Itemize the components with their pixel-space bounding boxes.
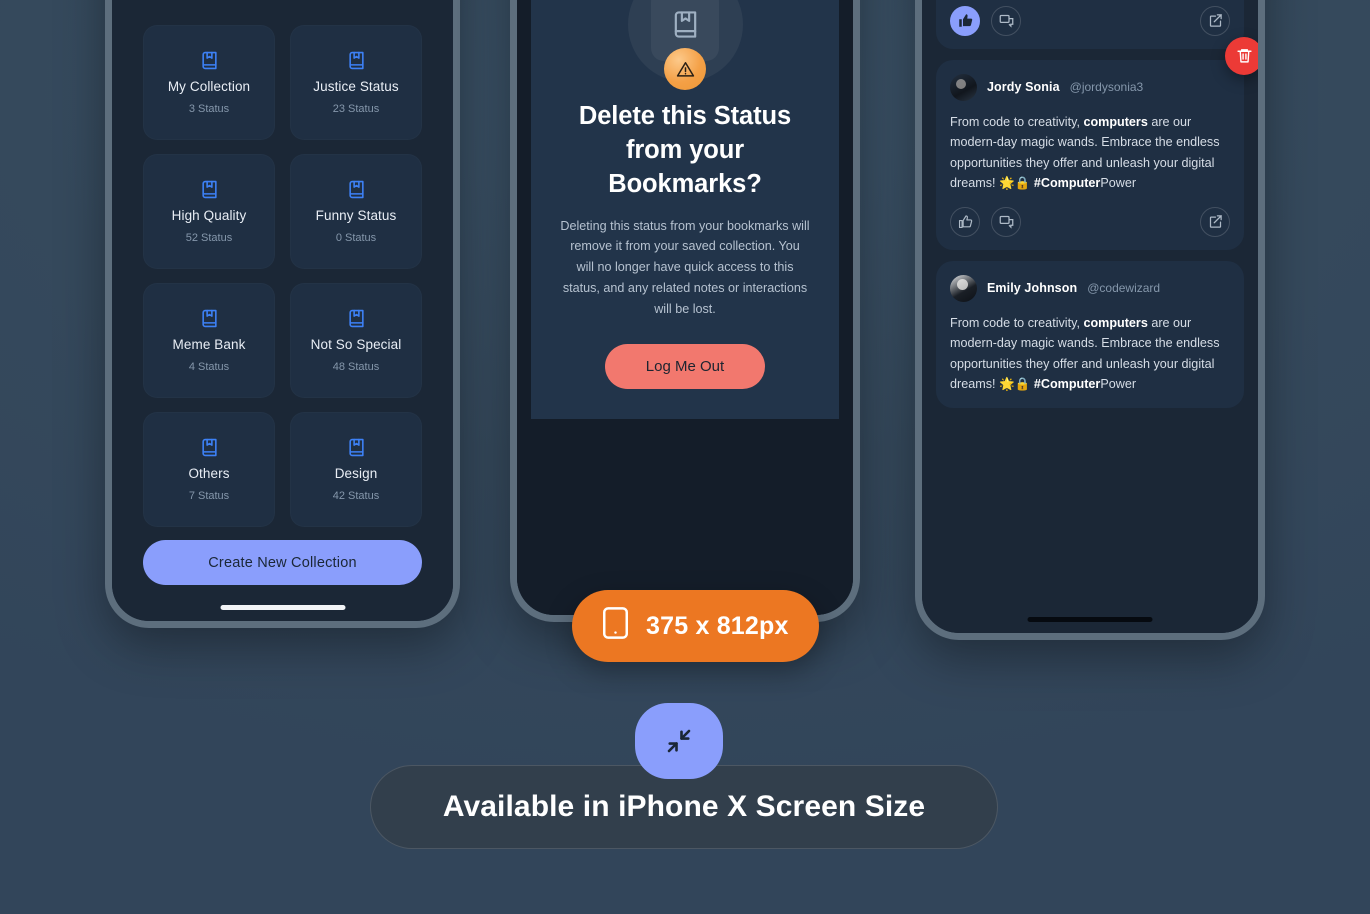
availability-label: Available in iPhone X Screen Size: [442, 790, 926, 823]
phone-mockup-collections: My Collection 3 Status Justice Status 23…: [105, 0, 460, 628]
collection-card[interactable]: Design 42 Status: [290, 412, 422, 527]
avatar: [950, 73, 977, 101]
comment-icon[interactable]: [991, 206, 1021, 237]
bookmark-icon: [200, 180, 219, 199]
collection-count: 42 Status: [332, 489, 380, 502]
share-external-icon[interactable]: [1200, 5, 1230, 36]
collection-name: My Collection: [167, 78, 251, 94]
modal-title: Delete this Status from your Bookmarks?: [578, 102, 792, 198]
create-new-collection-button[interactable]: Create New Collection: [143, 540, 422, 585]
post-header: Jordy Sonia @jordysonia3: [950, 73, 1230, 101]
phone-mockup-delete-modal: Nero Stans @nero324 Fitness isn't just a…: [510, 0, 860, 622]
home-indicator: [220, 605, 345, 610]
collection-count: 3 Status: [188, 102, 230, 115]
collection-name: Not So Special: [310, 336, 402, 352]
collection-card[interactable]: High Quality 52 Status: [143, 154, 275, 269]
post-author-name: Jordy Sonia: [987, 80, 1060, 95]
home-indicator: [1027, 617, 1153, 622]
post-header: Emily Johnson @codewizard: [950, 274, 1230, 302]
collection-card[interactable]: Meme Bank 4 Status: [143, 283, 275, 398]
post-author-name: Emily Johnson: [987, 281, 1078, 296]
comment-icon[interactable]: [991, 5, 1021, 36]
collection-name: Meme Bank: [172, 336, 246, 352]
post-author-handle: @codewizard: [1087, 281, 1161, 296]
share-external-icon[interactable]: [1200, 206, 1230, 237]
post-actions: [950, 5, 1230, 36]
post-text: From code to creativity, computers are o…: [950, 315, 1220, 392]
bookmark-icon: [347, 180, 366, 199]
collection-count: 23 Status: [332, 102, 380, 115]
collection-card[interactable]: My Collection 3 Status: [143, 25, 275, 140]
feed-screen: Nero Stans @nero324 Fitness isn't just a…: [922, 0, 1258, 633]
bookmark-icon: [347, 309, 366, 328]
bookmark-icon: [347, 51, 366, 70]
collections-screen: My Collection 3 Status Justice Status 23…: [112, 0, 453, 621]
post-card: Jordy Sonia @jordysonia3 From code to cr…: [936, 36, 1258, 250]
bookmark-icon: [200, 438, 219, 457]
post-card: Emily Johnson @codewizard From code to c…: [936, 260, 1244, 408]
bookmark-icon: [200, 51, 219, 70]
collection-name: High Quality: [171, 207, 247, 223]
screen-size-badge: 375 x 812px: [572, 590, 819, 662]
post-card: Nero Stans @nero324 Fitness isn't just a…: [936, 0, 1244, 49]
collapse-arrows-icon[interactable]: [635, 703, 723, 779]
thumbs-up-icon[interactable]: [950, 206, 980, 237]
phone-icon: [602, 606, 629, 647]
thumbs-up-icon[interactable]: [950, 5, 980, 36]
trash-icon[interactable]: [1225, 36, 1258, 75]
collection-count: 52 Status: [185, 231, 233, 244]
collection-name: Others: [188, 465, 230, 481]
collection-card[interactable]: Others 7 Status: [143, 412, 275, 527]
collection-count: 48 Status: [332, 360, 380, 373]
collection-count: 4 Status: [188, 360, 230, 373]
showcase-stage: My Collection 3 Status Justice Status 23…: [0, 0, 1370, 914]
modal-icon-group: [627, 0, 743, 90]
collection-card[interactable]: Not So Special 48 Status: [290, 283, 422, 398]
warning-triangle-icon: [664, 48, 706, 90]
collection-card[interactable]: Justice Status 23 Status: [290, 25, 422, 140]
post-author-handle: @jordysonia3: [1069, 80, 1144, 95]
avatar: [950, 274, 977, 302]
post-actions: [950, 206, 1230, 237]
bookmark-icon: [347, 438, 366, 457]
collection-name: Design: [334, 465, 378, 481]
bookmark-icon: [200, 309, 219, 328]
post-text: From code to creativity, computers are o…: [950, 114, 1220, 191]
phone-mockup-feed: Nero Stans @nero324 Fitness isn't just a…: [915, 0, 1265, 640]
collection-card[interactable]: Funny Status 0 Status: [290, 154, 422, 269]
collection-count: 0 Status: [335, 231, 377, 244]
modal-screen: Nero Stans @nero324 Fitness isn't just a…: [517, 0, 853, 615]
modal-body-text: Deleting this status from your bookmarks…: [560, 218, 810, 316]
screen-size-label: 375 x 812px: [646, 611, 789, 640]
delete-bookmark-modal: Delete this Status from your Bookmarks? …: [531, 0, 839, 419]
collection-name: Funny Status: [315, 207, 397, 223]
collection-count: 7 Status: [188, 489, 230, 502]
confirm-delete-button[interactable]: Log Me Out: [605, 343, 765, 389]
feed-list: Nero Stans @nero324 Fitness isn't just a…: [922, 0, 1258, 633]
collection-name: Justice Status: [313, 78, 399, 94]
collections-grid: My Collection 3 Status Justice Status 23…: [143, 25, 422, 527]
